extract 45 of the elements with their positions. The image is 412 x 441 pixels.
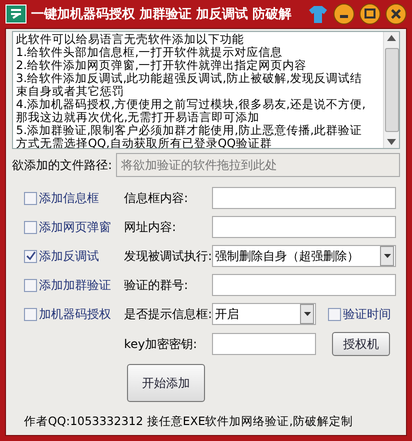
checkbox[interactable] (328, 308, 341, 320)
description-box[interactable] (12, 31, 400, 149)
footer-text: 作者QQ:1053332312 接任意EXE软件加网络验证,防破解定制 (23, 414, 354, 429)
checkbox-label: 添加反调试 (39, 248, 99, 264)
dropdown-arrow-icon[interactable] (304, 312, 310, 316)
description-line: 3.给软件添加反调试,此功能超强反调试,防止被破解,发现反调试结束自身或者其它惩罚 (16, 72, 363, 98)
scrollbar[interactable] (383, 32, 399, 148)
scroll-up-icon[interactable] (387, 35, 396, 41)
app-icon (5, 3, 27, 25)
license-button[interactable]: 授权机 (332, 332, 390, 356)
dropdown-arrow-icon[interactable] (384, 254, 390, 258)
window-title: 一键加机器码授权 加群验证 加反调试 防破解 (31, 6, 293, 23)
checkbox-label: 添加信息框 (39, 190, 99, 206)
text-field[interactable] (212, 187, 396, 209)
text-field[interactable] (212, 274, 396, 296)
field-label: 网址内容: (124, 218, 178, 236)
field-label: 是否提示信息框: (124, 306, 212, 322)
text-field[interactable] (212, 333, 316, 355)
text-field[interactable] (212, 216, 396, 238)
checkbox-label: 添加加群验证 (39, 276, 111, 294)
field-label: 验证的群号: (124, 276, 190, 294)
field-label: 发现被调试执行: (124, 248, 212, 264)
checkbox[interactable] (24, 220, 37, 234)
description-line: 4.添加机器码授权,方便使用之前写过模块,很多易友,还是说不方便,那我这边就再次优化,无需打开易语言即可添加 (16, 98, 367, 124)
close-icon[interactable] (385, 3, 407, 25)
field-label: 欲添加的文件路径: (12, 156, 112, 174)
checkbox-label: 添加网页弹窗 (39, 218, 111, 236)
checkbox[interactable] (24, 278, 37, 292)
description-line: 此软件可以给易语言无壳软件添加以下功能 (16, 33, 245, 46)
description-line: 1.给软件头部加信息框,一打开软件就提示对应信息 (16, 46, 284, 59)
checkbox[interactable] (24, 192, 37, 204)
description-line: 2.给软件添加网页弹窗,一打开软件就弹出指定网页内容 (16, 59, 308, 72)
dropdown[interactable]: 强制删除自身（超强删除） (212, 245, 396, 267)
file-path-field[interactable]: 将欲加验证的软件拖拉到此处 (116, 153, 400, 177)
minimize-icon[interactable] (333, 3, 355, 25)
checkbox[interactable] (24, 308, 37, 320)
maximize-icon[interactable] (359, 3, 381, 25)
checkbox-label: 加机器码授权 (39, 306, 111, 322)
checkbox[interactable] (24, 250, 37, 262)
field-label: key加密密钥: (124, 336, 198, 352)
field-label: 信息框内容: (124, 190, 190, 206)
dropdown[interactable]: 开启 (212, 303, 316, 325)
start-button[interactable]: 开始添加 (127, 364, 205, 402)
scroll-down-icon[interactable] (387, 139, 396, 145)
checkbox-label: 验证时间 (343, 306, 391, 322)
